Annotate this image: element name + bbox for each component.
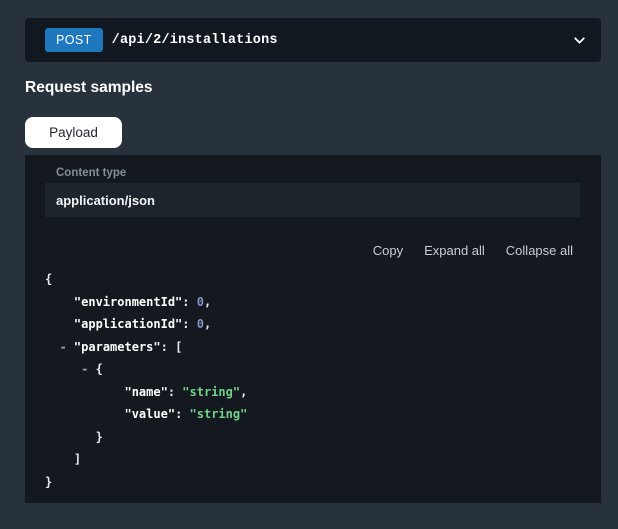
json-punctuation: , bbox=[204, 295, 211, 309]
json-punctuation: { bbox=[96, 362, 103, 376]
content-type-select[interactable]: application/json bbox=[45, 183, 580, 217]
code-line: { bbox=[45, 268, 580, 291]
code-line: "name": "string", bbox=[45, 381, 580, 404]
json-punctuation bbox=[45, 295, 74, 309]
endpoint-path: /api/2/installations bbox=[112, 33, 278, 48]
json-punctuation: : [ bbox=[161, 340, 183, 354]
copy-button[interactable]: Copy bbox=[373, 243, 403, 258]
code-line: "applicationId": 0, bbox=[45, 313, 580, 336]
json-number: 0 bbox=[197, 295, 204, 309]
json-code-block: { "environmentId": 0, "applicationId": 0… bbox=[45, 268, 580, 493]
json-punctuation: , bbox=[204, 317, 211, 331]
request-sample-panel: Content type application/json Copy Expand… bbox=[25, 155, 601, 503]
json-punctuation: : bbox=[168, 385, 182, 399]
endpoint-header[interactable]: POST /api/2/installations bbox=[25, 18, 601, 62]
json-punctuation bbox=[88, 362, 95, 376]
collapse-toggle[interactable]: - bbox=[59, 340, 66, 354]
json-punctuation: : bbox=[175, 407, 189, 421]
json-punctuation: : bbox=[182, 295, 196, 309]
json-punctuation bbox=[67, 340, 74, 354]
http-method-badge: POST bbox=[45, 28, 103, 53]
json-punctuation: } bbox=[45, 475, 52, 489]
json-key: "name" bbox=[124, 385, 167, 399]
json-key: "parameters" bbox=[74, 340, 161, 354]
request-samples-heading: Request samples bbox=[25, 79, 618, 97]
code-actions: Copy Expand all Collapse all bbox=[45, 243, 580, 258]
json-key: "value" bbox=[124, 407, 175, 421]
json-string: "string" bbox=[190, 407, 248, 421]
tab-payload[interactable]: Payload bbox=[25, 117, 122, 148]
json-string: "string" bbox=[182, 385, 240, 399]
code-line: "environmentId": 0, bbox=[45, 291, 580, 314]
code-line: } bbox=[45, 471, 580, 494]
json-number: 0 bbox=[197, 317, 204, 331]
code-line: - { bbox=[45, 358, 580, 381]
content-type-label: Content type bbox=[56, 167, 580, 179]
json-punctuation: } bbox=[45, 430, 103, 444]
content-type-value: application/json bbox=[56, 193, 155, 208]
code-line: } bbox=[45, 426, 580, 449]
chevron-down-icon[interactable] bbox=[571, 32, 588, 49]
json-punctuation: , bbox=[240, 385, 247, 399]
json-punctuation: { bbox=[45, 272, 52, 286]
json-punctuation bbox=[45, 385, 124, 399]
json-punctuation bbox=[45, 340, 59, 354]
json-punctuation: ] bbox=[45, 452, 81, 466]
json-key: "applicationId" bbox=[74, 317, 182, 331]
json-punctuation: : bbox=[182, 317, 196, 331]
json-key: "environmentId" bbox=[74, 295, 182, 309]
code-line: "value": "string" bbox=[45, 403, 580, 426]
json-punctuation bbox=[45, 407, 124, 421]
api-docs-page: POST /api/2/installations Request sample… bbox=[0, 18, 618, 529]
expand-all-button[interactable]: Expand all bbox=[424, 243, 485, 258]
sample-tabs: Payload bbox=[25, 117, 618, 148]
code-line: - "parameters": [ bbox=[45, 336, 580, 359]
collapse-all-button[interactable]: Collapse all bbox=[506, 243, 573, 258]
code-line: ] bbox=[45, 448, 580, 471]
json-punctuation bbox=[45, 362, 81, 376]
json-punctuation bbox=[45, 317, 74, 331]
